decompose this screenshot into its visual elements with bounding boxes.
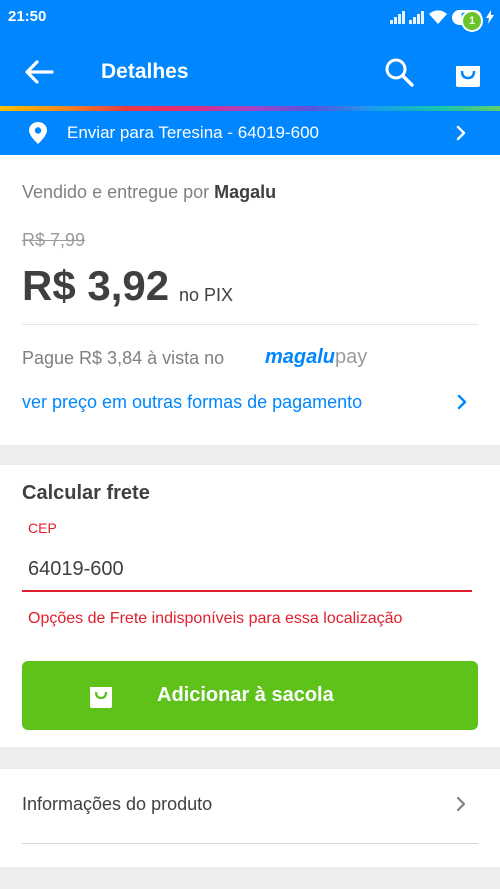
location-pin-icon bbox=[29, 122, 47, 144]
divider bbox=[22, 843, 478, 844]
shopping-bag-icon[interactable] bbox=[451, 56, 485, 90]
current-price: R$ 3,92 bbox=[22, 262, 170, 309]
cart-count-badge: 1 bbox=[461, 10, 483, 32]
charging-icon bbox=[486, 10, 494, 24]
add-to-bag-label: Adicionar à sacola bbox=[157, 684, 334, 706]
chevron-right-icon[interactable] bbox=[454, 392, 470, 412]
cep-label: CEP bbox=[28, 520, 57, 536]
chevron-right-icon[interactable] bbox=[452, 794, 470, 814]
shipping-location-bar[interactable]: Enviar para Teresina - 64019-600 bbox=[0, 111, 500, 155]
price-payment-method: no PIX bbox=[179, 285, 234, 305]
product-info-card[interactable] bbox=[0, 769, 500, 867]
chevron-right-icon bbox=[456, 125, 466, 141]
signal-icon bbox=[390, 10, 405, 24]
freight-title: Calcular frete bbox=[22, 482, 150, 504]
signal-icon bbox=[409, 10, 424, 24]
seller-info: Vendido e entregue por Magalu bbox=[22, 182, 277, 202]
wifi-icon bbox=[429, 10, 447, 24]
add-to-bag-button[interactable]: Adicionar à sacola bbox=[22, 661, 478, 730]
product-info-label[interactable]: Informações do produto bbox=[22, 794, 212, 815]
divider bbox=[22, 324, 478, 325]
old-price: R$ 7,99 bbox=[22, 230, 86, 250]
status-bar: 21:50 83 bbox=[0, 0, 500, 36]
magalupay-offer-text: Pague R$ 3,84 à vista no bbox=[22, 348, 225, 368]
back-arrow-icon[interactable] bbox=[22, 56, 56, 88]
app-bar: Detalhes bbox=[0, 36, 500, 106]
search-icon[interactable] bbox=[383, 56, 415, 88]
seller-name: Magalu bbox=[214, 182, 277, 202]
shipping-location-label: Enviar para Teresina - 64019-600 bbox=[67, 123, 320, 142]
page-title: Detalhes bbox=[101, 60, 189, 83]
shopping-bag-icon bbox=[90, 687, 112, 708]
freight-error-message: Opções de Frete indisponíveis para essa … bbox=[28, 610, 403, 627]
other-payments-link[interactable]: ver preço em outras formas de pagamento bbox=[22, 392, 362, 413]
status-time: 21:50 bbox=[8, 8, 47, 25]
cep-input[interactable] bbox=[22, 548, 472, 592]
magalupay-logo: magalupay bbox=[265, 346, 368, 368]
